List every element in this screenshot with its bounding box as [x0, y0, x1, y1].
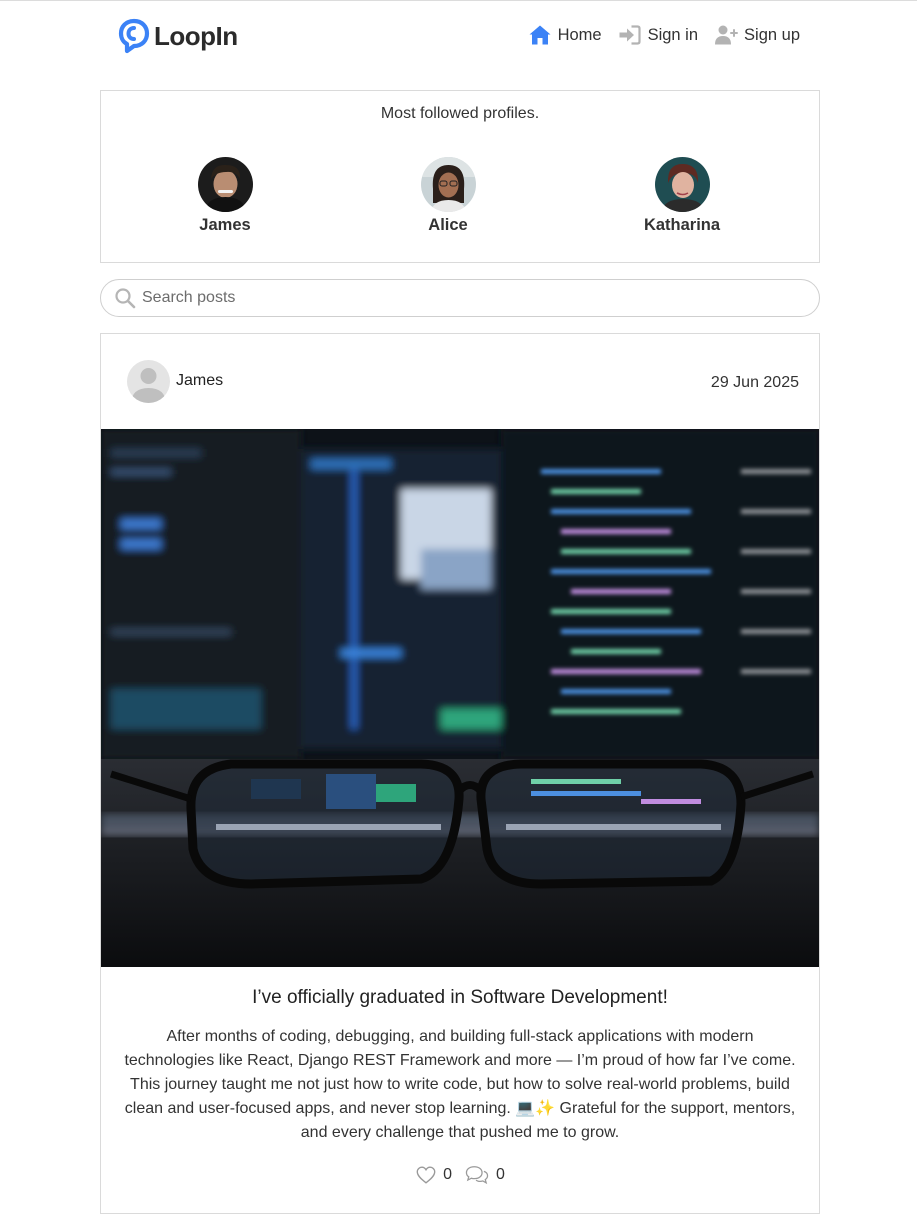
post-stats: 0 0	[101, 1164, 819, 1186]
post-title: I’ve officially graduated in Software De…	[252, 987, 668, 1008]
profile-katharina[interactable]: Katharina	[622, 157, 742, 235]
nav-sign-in-label: Sign in	[647, 25, 699, 44]
comment-count: 0	[496, 1166, 505, 1183]
post-author[interactable]: James	[127, 360, 223, 403]
user-plus-icon	[715, 25, 739, 45]
nav-sign-up[interactable]: Sign up	[714, 23, 800, 47]
search-bar	[100, 279, 820, 317]
profile-name: Katharina	[643, 216, 721, 234]
post-image[interactable]	[101, 429, 819, 967]
comments-icon[interactable]	[464, 1164, 490, 1186]
profile-alice[interactable]: Alice	[388, 157, 508, 235]
post-date: 29 Jun 2025	[710, 374, 799, 391]
brand-logo[interactable]: LoopIn	[118, 18, 238, 54]
popular-profiles-title: Most followed profiles.	[380, 105, 540, 122]
like-stat: 0	[415, 1164, 452, 1186]
avatar	[420, 157, 476, 212]
brand-name: LoopIn	[154, 20, 238, 51]
post-author-name: James	[176, 372, 224, 389]
nav-sign-up-label: Sign up	[744, 25, 800, 44]
post-card: James 29 Jun 2025 I’ve officially gradua…	[100, 333, 820, 1214]
profile-james[interactable]: James	[165, 157, 285, 235]
avatar	[127, 360, 170, 403]
avatar	[197, 157, 253, 212]
post-body: After months of coding, debugging, and b…	[124, 1028, 796, 1141]
navbar: LoopIn Home Sign in Sign up	[0, 1, 917, 69]
nav-home-label: Home	[557, 25, 602, 44]
search-input[interactable]	[142, 289, 782, 307]
profile-name: Alice	[428, 216, 468, 234]
nav-links: Home Sign in Sign up	[512, 23, 800, 47]
profile-name: James	[199, 216, 251, 234]
heart-icon[interactable]	[415, 1164, 437, 1186]
post-header: James 29 Jun 2025	[101, 334, 819, 429]
loopin-logo-icon	[118, 18, 150, 54]
house-icon	[529, 25, 551, 45]
nav-sign-in[interactable]: Sign in	[618, 23, 698, 47]
sign-in-icon	[619, 25, 641, 45]
like-count: 0	[443, 1166, 452, 1183]
comment-stat: 0	[464, 1164, 505, 1186]
avatar	[654, 157, 710, 212]
popular-profiles-card: Most followed profiles. James Alice Kath…	[100, 90, 820, 263]
nav-home[interactable]: Home	[528, 23, 602, 47]
search-icon	[115, 288, 136, 309]
